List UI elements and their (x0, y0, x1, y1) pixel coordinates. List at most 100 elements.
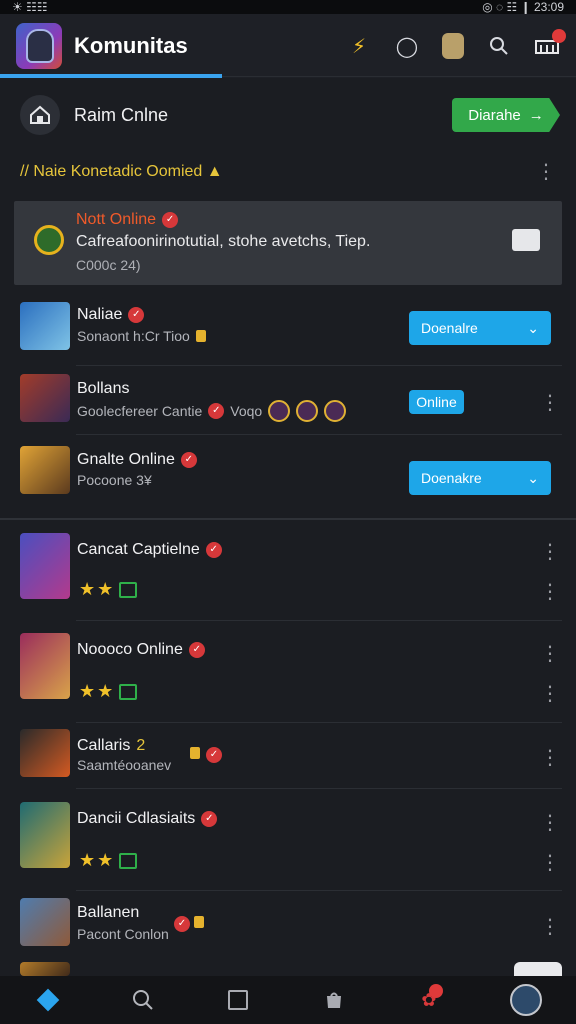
search-nav-icon[interactable] (129, 986, 157, 1014)
row-badges: ✓ (190, 747, 222, 763)
thumbnail (20, 302, 70, 350)
title-text: Cancat Captielne (77, 541, 200, 558)
star-icon: ★ (97, 681, 114, 701)
primary-action-button[interactable]: Diarahe → (452, 98, 560, 132)
notification-badge (428, 984, 443, 998)
list-item-subtitle: Sonaont h:Cr Tioo (77, 328, 206, 344)
highlight-card[interactable]: Nott Online ✓ Cafreafoonirinotutial, sto… (14, 201, 562, 285)
more-options-icon[interactable]: ⋮ (540, 390, 560, 415)
section-header: // Naie Konetadic Oomied ▲ ⋮ (20, 160, 556, 184)
action-button-label: Doenalre (421, 320, 478, 336)
status-left: ☀ ☷☷ (12, 0, 48, 14)
title-text: Callaris (77, 737, 131, 754)
community-avatar[interactable] (16, 23, 62, 69)
verified-badge-icon: ✓ (162, 212, 179, 228)
more-options-icon[interactable]: ⋮ (540, 745, 560, 770)
avatar-orb-icon (268, 400, 291, 422)
more-options-icon[interactable]: ⋮ (540, 539, 560, 564)
list-item-title: Gnalte Online ✓ (77, 451, 197, 469)
search-icon[interactable] (486, 33, 512, 59)
thumbnail (20, 729, 70, 777)
chat-icon[interactable] (512, 229, 540, 251)
bolt-icon (194, 916, 204, 928)
rating-stars: ★ ★ (79, 579, 138, 600)
list-item-subtitle: Pacont Conlon (77, 926, 169, 942)
verified-badge-icon: ✓ (174, 916, 190, 932)
list-item-title: Dancii Cdlasiaits ✓ (77, 810, 218, 828)
action-button-label: Doenakre (421, 470, 482, 486)
highlight-sub: C000c 24) (76, 257, 141, 273)
action-button[interactable]: Doenalre ⌄ (409, 311, 551, 345)
shield-icon (119, 683, 138, 700)
home-label: Raim Cnlne (74, 104, 169, 125)
more-options-icon[interactable]: ⋮ (540, 810, 560, 835)
primary-action-label: Diarahe (468, 106, 521, 124)
home-nav-icon[interactable] (34, 986, 62, 1014)
more-options-icon[interactable]: ⋮ (540, 681, 560, 706)
profile-avatar-icon[interactable] (442, 33, 464, 59)
divider (76, 434, 562, 435)
list-item-title: Cancat Captielne ✓ (77, 541, 222, 559)
thumbnail (20, 374, 70, 422)
action-button[interactable]: Doenakre ⌄ (409, 461, 551, 495)
subtitle-text: Sonaont h:Cr Tioo (77, 328, 190, 344)
more-options-icon[interactable]: ⋮ (540, 579, 560, 604)
verified-badge-icon: ✓ (128, 307, 145, 323)
chevron-down-icon: ⌄ (527, 319, 539, 336)
chat-bubble-icon[interactable]: ◯ (394, 33, 420, 59)
list-item-title: Ballanen (77, 904, 140, 921)
inbox-icon[interactable] (534, 29, 566, 59)
verified-badge-icon: ✓ (180, 452, 197, 468)
title-text: Dancii Cdlasiaits (77, 810, 196, 827)
profile-nav-avatar[interactable] (510, 984, 543, 1016)
square-nav-icon[interactable] (224, 986, 252, 1014)
title-text: Noooco Online (77, 641, 183, 658)
bolt-icon[interactable]: ⚡ (346, 33, 372, 59)
highlight-title: Nott Online ✓ (76, 211, 496, 229)
list-item-title: Bollans (77, 380, 130, 397)
verified-badge-icon: ✓ (206, 747, 222, 763)
online-badge: Online (409, 390, 464, 414)
star-icon: ★ (79, 681, 96, 701)
list-item-subtitle: Pocoone 3¥ (77, 472, 152, 488)
section-title: // Naie Konetadic Oomied ▲ (20, 163, 223, 180)
notifications-nav-icon[interactable]: ✿ (415, 984, 443, 1014)
home-row[interactable]: Raim Cnlne Diarahe → (20, 94, 560, 136)
star-icon: ★ (79, 850, 96, 870)
status-bar: ☀ ☷☷ ◎ ◌ ☷ ❙ 23:09 (0, 0, 576, 14)
highlight-text: Nott Online ✓ Cafreafoonirinotutial, sto… (76, 211, 496, 273)
bolt-icon (195, 330, 206, 342)
home-icon[interactable] (20, 95, 60, 135)
status-right: ◎ ◌ ☷ ❙ 23:09 (482, 0, 564, 14)
thumbnail (20, 533, 70, 599)
notification-badge (552, 29, 566, 43)
arrow-right-icon: → (528, 106, 544, 124)
list-item-subtitle: Goolecfereer Cantie ✓ Voqo (77, 400, 347, 422)
thumbnail (20, 898, 70, 946)
avatar-orb-icon (324, 400, 347, 422)
thumbnail (20, 633, 70, 699)
page-title: Komunitas (74, 33, 188, 58)
floating-chip[interactable] (514, 962, 562, 976)
thumbnail (20, 446, 70, 494)
appbar-actions: ⚡ ◯ (346, 29, 566, 59)
community-badge-icon (34, 225, 64, 255)
more-options-icon[interactable]: ⋮ (540, 914, 560, 939)
divider (76, 890, 562, 891)
bag-nav-icon[interactable] (320, 986, 348, 1014)
more-options-icon[interactable]: ⋮ (540, 850, 560, 875)
thumbnail (20, 802, 70, 868)
more-options-icon[interactable]: ⋮ (540, 641, 560, 666)
more-options-icon[interactable]: ⋮ (536, 162, 556, 182)
divider (76, 722, 562, 723)
bottom-navigation: ✿ (0, 976, 576, 1024)
star-icon: ★ (97, 850, 114, 870)
shield-icon (119, 852, 138, 869)
divider (222, 76, 576, 77)
verified-badge-icon: ✓ (201, 811, 218, 827)
verified-badge-icon: ✓ (208, 403, 225, 419)
subtitle-text: Goolecfereer Cantie (77, 403, 203, 419)
thumbnail (20, 962, 70, 976)
verified-badge-icon: ✓ (205, 542, 222, 558)
divider (76, 788, 562, 789)
